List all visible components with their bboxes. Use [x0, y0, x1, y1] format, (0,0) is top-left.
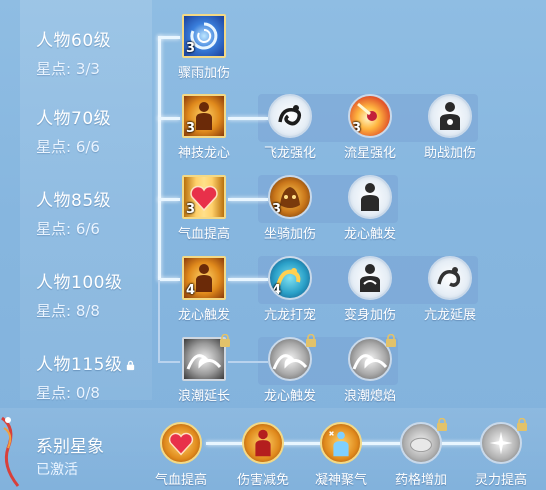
- ornament-icon: [1, 416, 20, 487]
- level-100: 人物100级 星点: 8/8: [36, 268, 122, 321]
- skill-level-badge: 4: [272, 283, 282, 298]
- lock-icon: [517, 418, 527, 431]
- level-stars: 星点: 6/6: [36, 138, 100, 156]
- skill-label: 骤雨加伤: [177, 66, 230, 81]
- series-label: 气血提高: [154, 473, 207, 488]
- level-70: 人物70级 星点: 6/6: [36, 104, 111, 157]
- skill-label: 龙心触发: [263, 389, 316, 404]
- series-node-locked[interactable]: 灵力提高: [466, 418, 536, 488]
- series-status: 已激活: [36, 462, 78, 478]
- skill-level-badge: 3: [272, 202, 282, 217]
- skill-label: 龙心触发: [343, 227, 396, 242]
- level-name: 人物115级: [36, 350, 136, 375]
- skill-node[interactable]: 3 神技龙心: [174, 94, 234, 161]
- skill-node-locked[interactable]: 浪潮熄焰: [340, 334, 400, 404]
- dragon-icon: 4: [268, 256, 312, 300]
- meteor-icon: 3: [348, 94, 392, 138]
- series-label: 灵力提高: [474, 473, 527, 488]
- skill-label: 亢龙打宠: [263, 308, 316, 323]
- level-name: 人物85级: [36, 191, 112, 211]
- figure-icon: [428, 94, 472, 138]
- level-name: 人物100级: [36, 273, 123, 293]
- series-node[interactable]: 伤害减免: [228, 422, 298, 488]
- skill-node[interactable]: 4 龙心触发: [174, 256, 234, 323]
- skill-level-badge: 3: [186, 202, 196, 217]
- lock-icon: [306, 334, 316, 347]
- skill-node[interactable]: 亢龙延展: [420, 256, 480, 323]
- series-node[interactable]: 凝神聚气: [306, 422, 376, 488]
- skill-level-badge: 4: [186, 283, 196, 298]
- level-stars: 星点: 8/8: [36, 302, 100, 320]
- level-stars: 星点: 0/8: [36, 384, 100, 402]
- level-stars: 星点: 3/3: [36, 60, 100, 78]
- skill-level-badge: 3: [352, 121, 362, 136]
- skill-level-badge: 3: [186, 121, 196, 136]
- figure-icon: [242, 422, 284, 464]
- dragon-icon: [428, 256, 472, 300]
- series-title: 系别星象: [36, 437, 104, 457]
- figure-icon: [348, 175, 392, 219]
- skill-node[interactable]: 3 骤雨加伤: [174, 14, 234, 81]
- heart-icon: [160, 422, 202, 464]
- level-115: 人物115级 星点: 0/8: [36, 350, 136, 403]
- lock-icon: [127, 360, 135, 370]
- series-node-locked[interactable]: 药格增加: [386, 418, 456, 488]
- series-label: 药格增加: [394, 473, 447, 488]
- skill-node[interactable]: 飞龙强化: [260, 94, 320, 161]
- level-name: 人物70级: [36, 109, 112, 129]
- series-label: 伤害减免: [236, 473, 289, 488]
- skill-node-locked[interactable]: 龙心触发: [260, 334, 320, 404]
- skill-label: 坐骑加伤: [263, 227, 316, 242]
- level-85: 人物85级 星点: 6/6: [36, 186, 111, 239]
- skill-label: 龙心触发: [177, 308, 230, 323]
- skill-node[interactable]: 3 坐骑加伤: [260, 175, 320, 242]
- level-name: 人物60级: [36, 31, 112, 51]
- skill-node[interactable]: 助战加伤: [420, 94, 480, 161]
- series-label: 凝神聚气: [314, 473, 367, 488]
- lock-icon: [220, 334, 230, 347]
- figure-icon: 4: [182, 256, 226, 300]
- figure-icon: [348, 256, 392, 300]
- lock-icon: [437, 418, 447, 431]
- swirl-icon: 3: [182, 14, 226, 58]
- beast-icon: 3: [268, 175, 312, 219]
- series-node[interactable]: 气血提高: [146, 422, 216, 488]
- skill-node-locked[interactable]: 浪潮延长: [174, 334, 234, 404]
- skill-label: 气血提高: [177, 227, 230, 242]
- figure-icon: 3: [182, 94, 226, 138]
- tree-connector-vertical: [158, 36, 161, 279]
- skill-label: 浪潮延长: [177, 389, 230, 404]
- skill-node[interactable]: 龙心触发: [340, 175, 400, 242]
- skill-label: 飞龙强化: [263, 146, 316, 161]
- dragon-icon: [268, 94, 312, 138]
- level-60: 人物60级 星点: 3/3: [36, 26, 111, 79]
- skill-level-badge: 3: [186, 41, 196, 56]
- skill-label: 亢龙延展: [423, 308, 476, 323]
- skill-label: 助战加伤: [423, 146, 476, 161]
- tree-connector-locked: [158, 280, 160, 362]
- level-stars: 星点: 6/6: [36, 220, 100, 238]
- skill-node[interactable]: 3 流星强化: [340, 94, 400, 161]
- skill-label: 变身加伤: [343, 308, 396, 323]
- skill-node[interactable]: 3 气血提高: [174, 175, 234, 242]
- skill-label: 流星强化: [343, 146, 396, 161]
- lock-icon: [386, 334, 396, 347]
- skill-label: 浪潮熄焰: [343, 389, 396, 404]
- snowflake-figure-icon: [320, 422, 362, 464]
- skill-node[interactable]: 变身加伤: [340, 256, 400, 323]
- skill-label: 神技龙心: [177, 146, 230, 161]
- skill-node[interactable]: 4 亢龙打宠: [260, 256, 320, 323]
- heart-icon: 3: [182, 175, 226, 219]
